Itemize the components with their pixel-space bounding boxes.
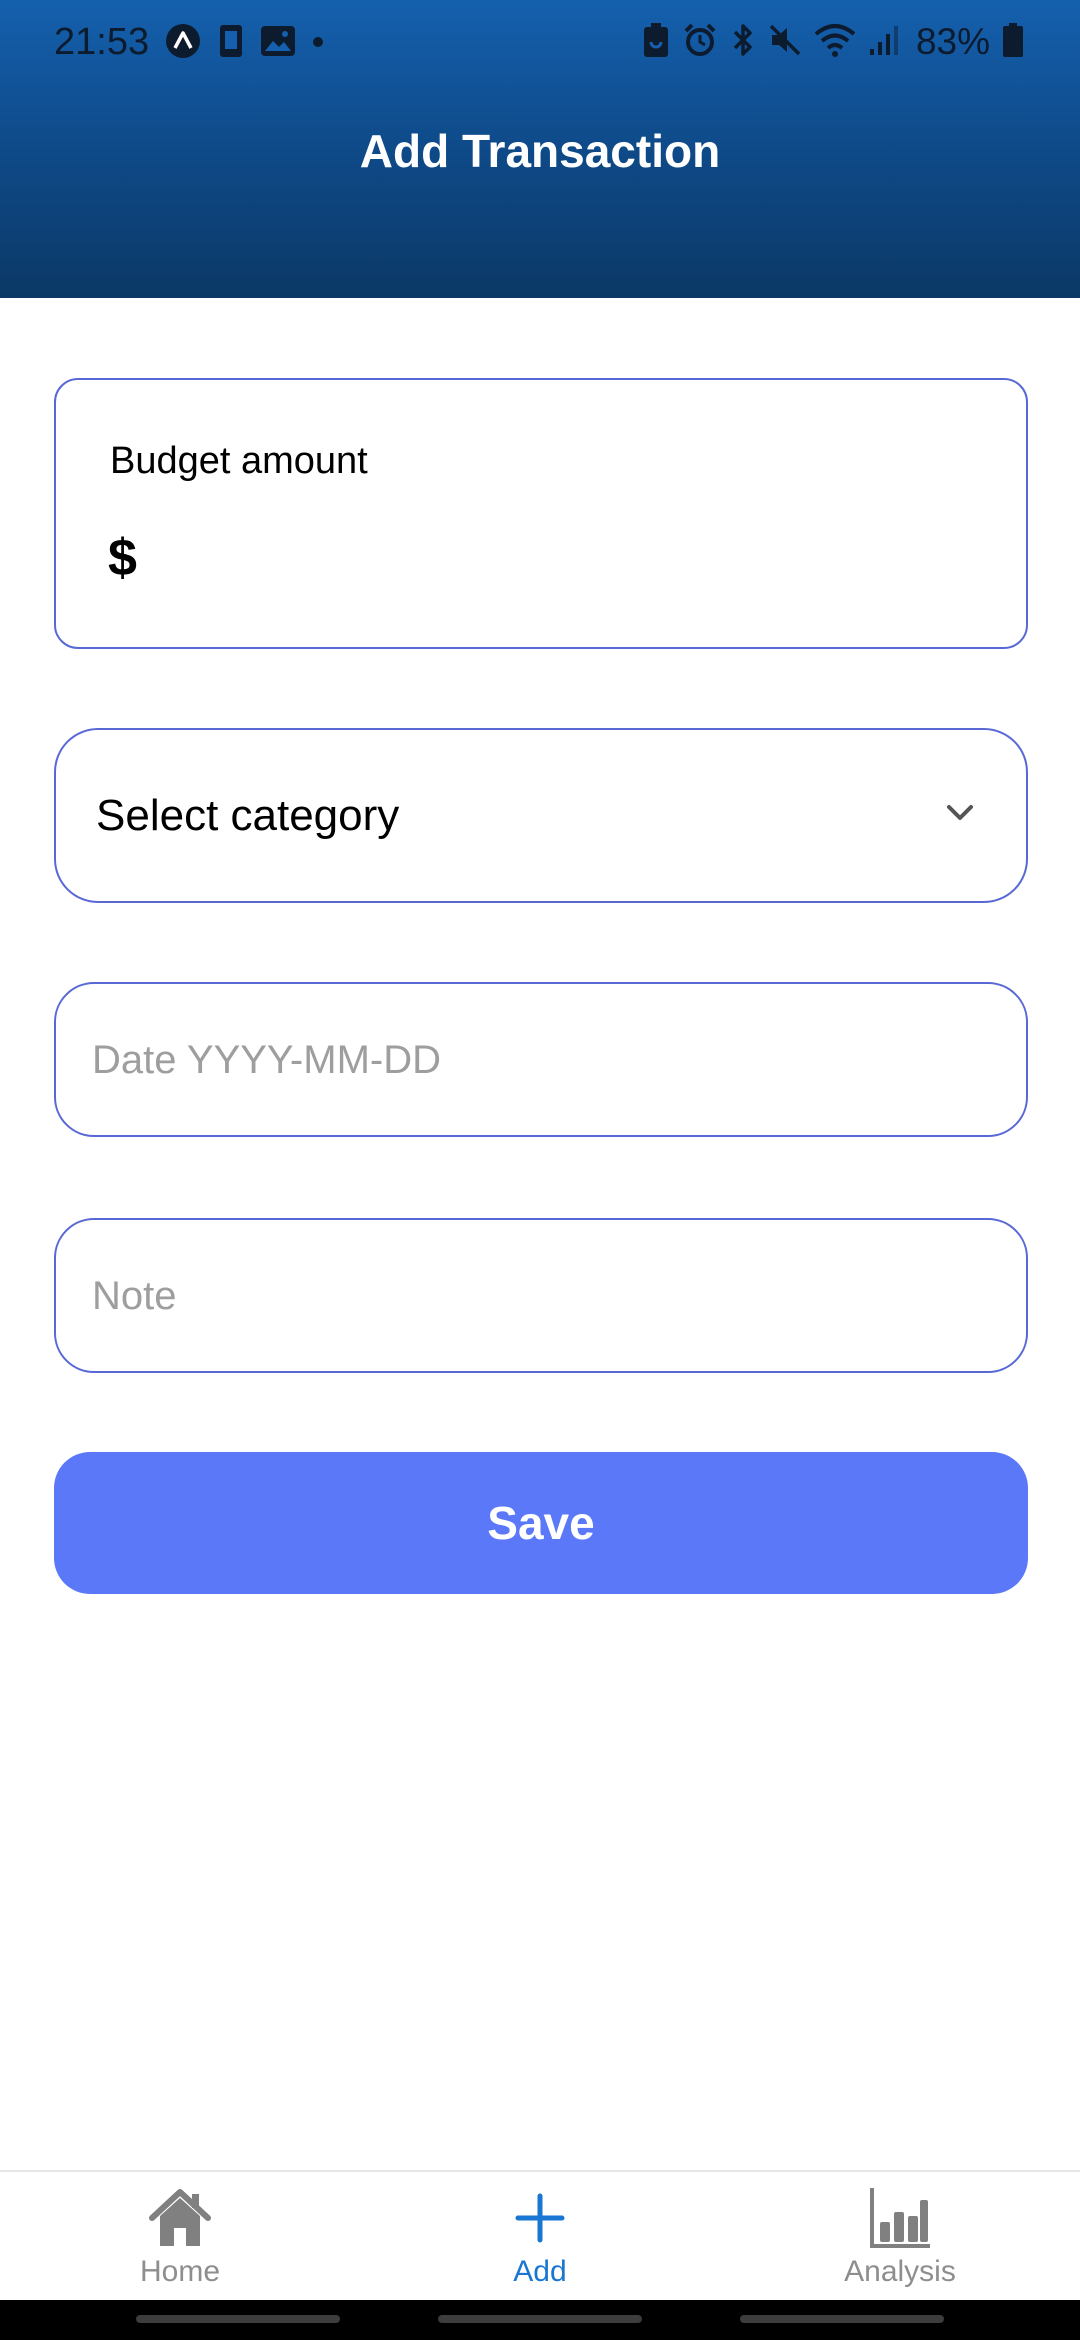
- gesture-handle-left[interactable]: [136, 2315, 340, 2323]
- save-button[interactable]: Save: [54, 1452, 1028, 1594]
- nav-label-add: Add: [513, 2255, 567, 2288]
- category-select[interactable]: Select category: [54, 728, 1028, 903]
- nav-item-analysis[interactable]: Analysis: [770, 2172, 1030, 2302]
- bar-chart-icon: [868, 2186, 932, 2250]
- system-navigation-bar: [0, 2300, 1080, 2340]
- plus-icon: [508, 2186, 572, 2250]
- chevron-down-icon: [944, 802, 976, 829]
- gesture-handle-right[interactable]: [740, 2315, 944, 2323]
- nav-label-home: Home: [139, 2255, 221, 2288]
- status-right-icons: 83%: [642, 18, 1024, 66]
- budget-amount-card[interactable]: Budget amount $: [54, 378, 1028, 649]
- alarm-icon: [682, 22, 718, 63]
- bluetooth-icon: [730, 21, 756, 64]
- more-notifications-dot-icon: [312, 35, 324, 53]
- page-title: Add Transaction: [359, 125, 721, 177]
- phone-notification-icon: [218, 23, 244, 64]
- app-header: 21:53 83% Add Transaction: [0, 0, 1080, 298]
- status-bar: 21:53 83%: [0, 0, 1080, 84]
- date-input[interactable]: [92, 1024, 972, 1096]
- currency-symbol: $: [108, 529, 137, 587]
- battery-percentage: 83%: [915, 21, 990, 62]
- budget-amount-input[interactable]: [166, 518, 986, 590]
- mute-icon: [768, 22, 802, 63]
- status-left-icons: [164, 22, 324, 65]
- note-input[interactable]: [92, 1260, 972, 1332]
- image-notification-icon: [260, 25, 296, 62]
- app-notification-icon: [164, 22, 202, 65]
- nav-item-add[interactable]: Add: [410, 2172, 670, 2302]
- home-icon: [148, 2186, 212, 2250]
- wifi-icon: [814, 22, 856, 63]
- note-field[interactable]: [54, 1218, 1028, 1373]
- status-time: 21:53: [54, 21, 150, 63]
- battery-saver-icon: [642, 22, 670, 63]
- category-select-value: Select category: [96, 791, 400, 840]
- battery-icon: [1002, 22, 1024, 63]
- nav-label-analysis: Analysis: [844, 2255, 956, 2288]
- nav-item-home[interactable]: Home: [50, 2172, 310, 2302]
- date-field[interactable]: [54, 982, 1028, 1137]
- budget-amount-label: Budget amount: [110, 440, 368, 482]
- gesture-handle-center[interactable]: [438, 2315, 642, 2323]
- signal-icon: [868, 23, 900, 62]
- bottom-navigation: Home Add Analysis: [0, 2170, 1080, 2302]
